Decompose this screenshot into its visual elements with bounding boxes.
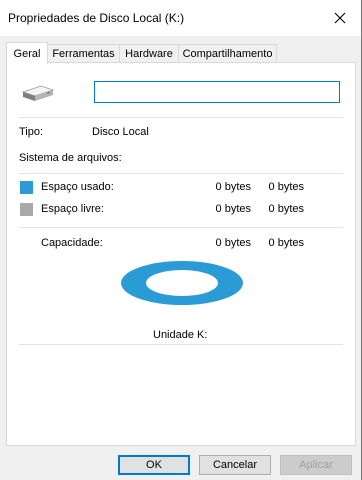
general-panel: Tipo: Disco Local Sistema de arquivos: E… [6, 62, 356, 446]
tab-ferramentas[interactable]: Ferramentas [47, 44, 120, 63]
separator [19, 227, 343, 228]
capacity-size: 0 bytes [268, 237, 304, 249]
capacity-label: Capacidade: [41, 237, 103, 249]
type-label: Tipo: [19, 126, 44, 138]
disk-usage-donut [121, 261, 243, 305]
close-icon [334, 12, 346, 24]
capacity-bytes: 0 bytes [215, 237, 251, 249]
tab-label: Geral [13, 47, 41, 60]
used-space-label: Espaço usado: [41, 181, 114, 193]
properties-dialog: Propriedades de Disco Local (K:) Geral F… [0, 0, 362, 480]
drive-icon [21, 85, 55, 101]
button-bar: OK Cancelar Aplicar [0, 446, 361, 480]
close-button[interactable] [325, 4, 355, 32]
used-space-bytes: 0 bytes [215, 181, 251, 193]
tab-label: Hardware [125, 48, 173, 60]
free-space-bytes: 0 bytes [215, 203, 251, 215]
tab-compartilhamento[interactable]: Compartilhamento [178, 44, 277, 63]
cancel-button[interactable]: Cancelar [199, 455, 271, 475]
free-space-size: 0 bytes [268, 203, 304, 215]
tab-label: Compartilhamento [182, 48, 273, 60]
separator [19, 173, 343, 174]
separator [19, 344, 343, 345]
tab-hardware[interactable]: Hardware [119, 44, 179, 63]
type-value: Disco Local [92, 126, 149, 138]
used-space-size: 0 bytes [268, 181, 304, 193]
free-space-label: Espaço livre: [41, 203, 104, 215]
separator [19, 117, 343, 118]
window-title: Propriedades de Disco Local (K:) [8, 11, 185, 25]
tab-label: Ferramentas [52, 48, 115, 60]
free-space-swatch [20, 203, 33, 216]
ok-button[interactable]: OK [118, 455, 190, 475]
used-space-ring [121, 261, 243, 305]
volume-name-input[interactable] [94, 81, 340, 103]
tab-geral[interactable]: Geral [6, 42, 48, 64]
tab-strip: Geral Ferramentas Hardware Compartilhame… [6, 42, 356, 64]
drive-label: Unidade K: [153, 329, 208, 341]
apply-button[interactable]: Aplicar [280, 455, 352, 475]
used-space-swatch [20, 181, 33, 194]
filesystem-label: Sistema de arquivos: [19, 152, 122, 164]
title-bar: Propriedades de Disco Local (K:) [0, 0, 361, 36]
